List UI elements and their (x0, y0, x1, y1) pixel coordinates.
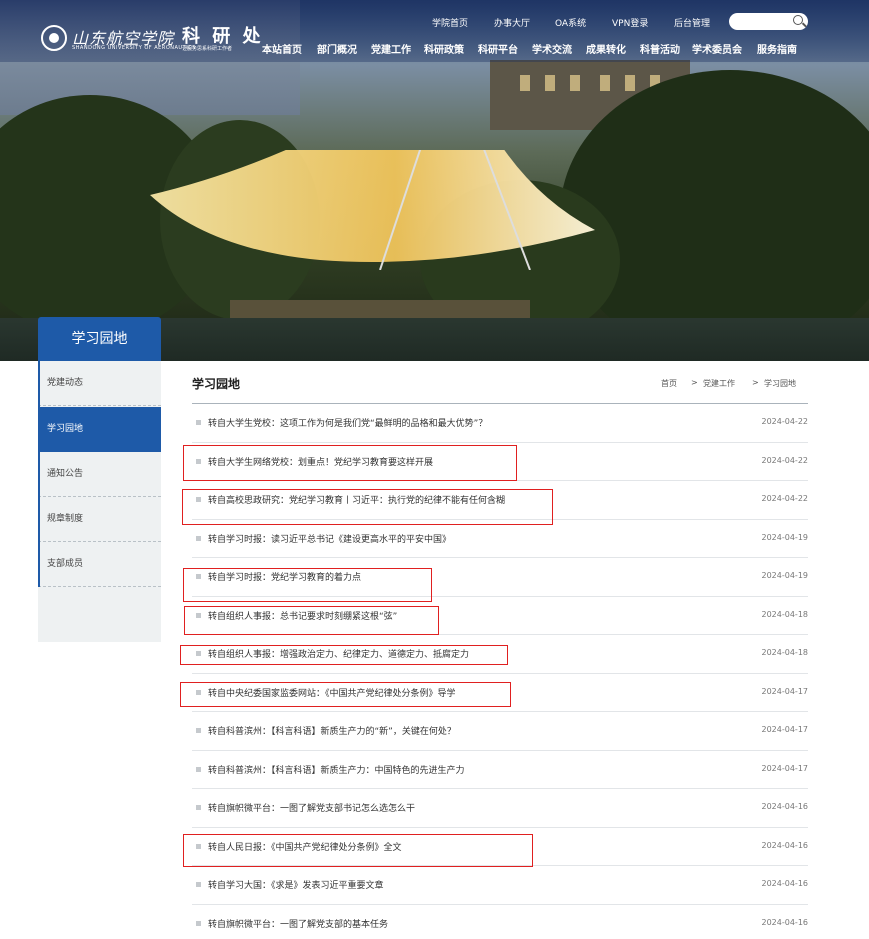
bullet-icon (196, 497, 201, 502)
list-item[interactable]: 转自高校思政研究：党纪学习教育丨习近平：执行党的纪律不能有任何含糊 2024-04… (192, 481, 808, 520)
university-name-en: SHANDONG UNIVERSITY OF AERONAUTICS (72, 45, 196, 51)
university-logo-icon[interactable] (41, 25, 67, 51)
bullet-icon (196, 458, 201, 464)
article-title[interactable]: 转自人民日报：《中国共产党纪律处分条例》全文 (208, 840, 402, 853)
article-date: 2024-04-16 (761, 879, 809, 888)
article-date: 2024-04-17 (761, 725, 809, 734)
sidebar-item-study-garden[interactable]: 学习园地 (38, 407, 161, 452)
article-date: 2024-04-17 (761, 763, 809, 773)
search-box (729, 13, 808, 30)
canopy-structure (150, 150, 595, 270)
page-title: 学习园地 (192, 377, 241, 391)
list-item[interactable]: 转自大学生网络党校：划重点！党纪学习教育要这样开展 2024-04-22 (192, 443, 809, 481)
bullet-icon (196, 535, 201, 541)
bullet-icon (196, 920, 201, 926)
util-link-school-home[interactable]: 学院首页 (432, 16, 468, 29)
article-date: 2024-04-16 (761, 840, 809, 850)
util-link-service-hall[interactable]: 办事大厅 (494, 16, 530, 29)
article-date: 2024-04-18 (761, 648, 809, 657)
list-item[interactable]: 转自组织人事报：增强政治定力、纪律定力、道德定力、抵腐定力 2024-04-18 (192, 635, 808, 674)
list-item[interactable]: 转自组织人事报：总书记要求时刻绷紧这根“弦” 2024-04-18 (192, 597, 809, 635)
nav-overview[interactable]: 部门概况 (317, 41, 357, 56)
bullet-icon (196, 574, 201, 579)
search-input[interactable] (737, 15, 789, 28)
article-date: 2024-04-22 (761, 455, 809, 465)
article-title[interactable]: 转自科普滨州：【科言科语】新质生产力：中国特色的先进生产力 (208, 763, 465, 776)
list-item[interactable]: 转自旗帜微平台：一图了解党支部的基本任务 2024-04-16 (192, 905, 808, 939)
nav-popular-science[interactable]: 科普活动 (640, 41, 680, 56)
article-title[interactable]: 转自旗帜微平台：一图了解党支部的基本任务 (208, 917, 388, 930)
article-title[interactable]: 转自学习时报：党纪学习教育的着力点 (208, 570, 361, 583)
breadcrumb-current: 学习园地 (764, 379, 796, 388)
breadcrumb-party-work[interactable]: 党建工作 (703, 378, 735, 389)
breadcrumb-separator: > (691, 378, 698, 387)
nav-party-work[interactable]: 党建工作 (371, 41, 411, 56)
bullet-icon (196, 728, 201, 733)
breadcrumb-separator: > (752, 378, 759, 387)
nav-research-platform[interactable]: 科研平台 (478, 41, 518, 56)
list-item[interactable]: 转自大学生党校：这项工作为何是我们党“最鲜明的品格和最大优势”？ 2024-04-… (192, 404, 808, 443)
breadcrumb-home[interactable]: 首页 (661, 378, 677, 389)
nav-academic-committee[interactable]: 学术委员会 (692, 41, 742, 56)
article-date: 2024-04-16 (761, 917, 809, 927)
list-item[interactable]: 转自学习时报：党纪学习教育的着力点 2024-04-19 (192, 558, 808, 597)
list-item[interactable]: 转自学习时报：读习近平总书记《建设更高水平的平安中国》 2024-04-19 (192, 520, 809, 558)
article-title[interactable]: 转自组织人事报：总书记要求时刻绷紧这根“弦” (208, 609, 397, 622)
sidebar-item-party-news[interactable]: 党建动态 (38, 361, 161, 406)
article-title[interactable]: 转自学习时报：读习近平总书记《建设更高水平的平安中国》 (208, 532, 451, 545)
article-date: 2024-04-18 (761, 609, 809, 619)
bullet-icon (196, 689, 201, 695)
article-title[interactable]: 转自大学生党校：这项工作为何是我们党“最鲜明的品格和最大优势”？ (208, 416, 487, 429)
util-link-oa[interactable]: OA系统 (555, 16, 586, 29)
article-title[interactable]: 转自科普滨州：【科言科语】新质生产力的“新”，关键在何处？ (208, 724, 456, 737)
article-date: 2024-04-19 (761, 571, 809, 580)
article-date: 2024-04-22 (761, 494, 809, 503)
nav-research-policy[interactable]: 科研政策 (424, 41, 464, 56)
article-title[interactable]: 转自组织人事报：增强政治定力、纪律定力、道德定力、抵腐定力 (208, 647, 469, 660)
bullet-icon (196, 766, 201, 772)
article-date: 2024-04-16 (761, 802, 809, 811)
article-date: 2024-04-17 (761, 686, 809, 696)
list-item[interactable]: 转自科普滨州：【科言科语】新质生产力：中国特色的先进生产力 2024-04-17 (192, 751, 809, 789)
util-link-vpn[interactable]: VPN登录 (612, 16, 648, 29)
department-slogan: 让服务思系科研工作者 (182, 46, 233, 52)
nav-achievement-transfer[interactable]: 成果转化 (586, 41, 626, 56)
article-date: 2024-04-19 (761, 532, 809, 542)
article-title[interactable]: 转自旗帜微平台：一图了解党支部书记怎么选怎么干 (208, 801, 415, 814)
util-link-admin[interactable]: 后台管理 (674, 16, 710, 29)
article-title[interactable]: 转自大学生网络党校：划重点！党纪学习教育要这样开展 (208, 455, 433, 468)
sidebar-item-regulations[interactable]: 规章制度 (38, 497, 161, 542)
bullet-icon (196, 843, 201, 849)
bullet-icon (196, 420, 201, 425)
sidebar-item-branch-members[interactable]: 支部成员 (38, 542, 161, 587)
banner-photo: 山东航空学院 SHANDONG UNIVERSITY OF AERONAUTIC… (0, 0, 869, 361)
nav-service-guide[interactable]: 服务指南 (757, 41, 797, 56)
list-item[interactable]: 转自中央纪委国家监委网站：《中国共产党纪律处分条例》导学 2024-04-17 (192, 674, 809, 712)
nav-home[interactable]: 本站首页 (262, 41, 302, 56)
list-item[interactable]: 转自人民日报：《中国共产党纪律处分条例》全文 2024-04-16 (192, 828, 809, 866)
article-title[interactable]: 转自中央纪委国家监委网站：《中国共产党纪律处分条例》导学 (208, 686, 456, 699)
bullet-icon (196, 805, 201, 810)
sidebar-item-notices[interactable]: 通知公告 (38, 452, 161, 497)
search-icon[interactable] (793, 15, 803, 25)
article-title[interactable]: 转自学习大国：《求是》发表习近平重要文章 (208, 878, 384, 891)
sidebar-menu: 党建动态 学习园地 通知公告 规章制度 支部成员 (38, 361, 161, 642)
sidebar-title: 学习园地 (38, 317, 161, 361)
bullet-icon (196, 882, 201, 887)
top-header: 山东航空学院 SHANDONG UNIVERSITY OF AERONAUTIC… (0, 0, 869, 62)
bullet-icon (196, 612, 201, 618)
bullet-icon (196, 651, 201, 656)
article-date: 2024-04-22 (761, 417, 809, 426)
list-item[interactable]: 转自科普滨州：【科言科语】新质生产力的“新”，关键在何处？ 2024-04-17 (192, 712, 808, 751)
sidebar-accent-line (38, 361, 40, 587)
article-title[interactable]: 转自高校思政研究：党纪学习教育丨习近平：执行党的纪律不能有任何含糊 (208, 493, 505, 506)
list-item[interactable]: 转自学习大国：《求是》发表习近平重要文章 2024-04-16 (192, 866, 808, 905)
page: 山东航空学院 SHANDONG UNIVERSITY OF AERONAUTIC… (0, 0, 869, 939)
nav-academic-exchange[interactable]: 学术交流 (532, 41, 572, 56)
list-item[interactable]: 转自旗帜微平台：一图了解党支部书记怎么选怎么干 2024-04-16 (192, 789, 808, 828)
